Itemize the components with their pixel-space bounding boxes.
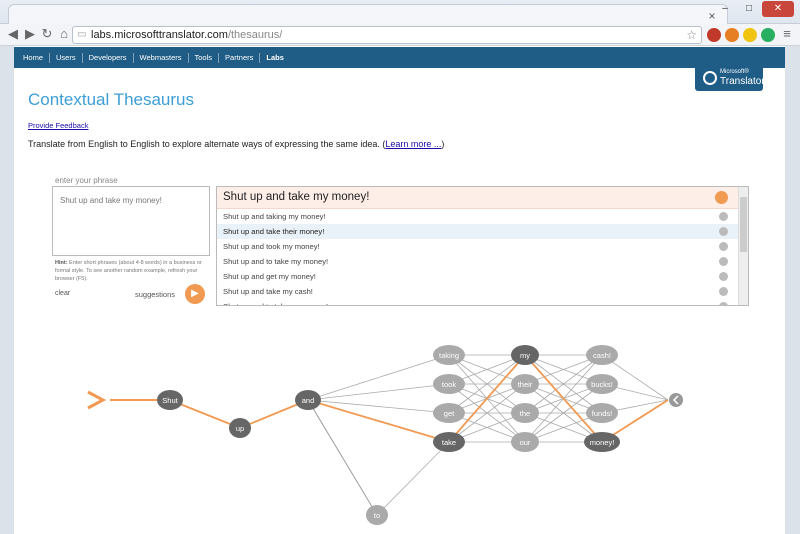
graph-node-label: to [374, 511, 380, 520]
graph-node[interactable]: bucks! [586, 374, 618, 394]
graph-node-label: taking [439, 351, 459, 360]
graph-node-label: bucks! [591, 380, 613, 389]
graph-node[interactable]: their [511, 374, 539, 394]
word-graph: Shut up and taking took get take to my their the ou… [87, 345, 683, 525]
graph-edge [307, 354, 450, 401]
graph-node[interactable]: up [229, 418, 251, 438]
graph-node[interactable]: funds! [586, 403, 618, 423]
graph-edge [376, 441, 450, 516]
graph-node[interactable]: took [433, 374, 465, 394]
graph-node-label: cash! [593, 351, 611, 360]
graph-node[interactable]: Shut [157, 390, 183, 410]
graph-node[interactable]: taking [433, 345, 465, 365]
graph-node-label: took [442, 380, 456, 389]
graph-node[interactable]: take [433, 432, 465, 452]
graph-node[interactable]: my [511, 345, 539, 365]
graph-node[interactable]: cash! [586, 345, 618, 365]
graph-node[interactable]: money! [584, 432, 620, 452]
graph-edge [307, 383, 450, 401]
graph-node-label: money! [590, 438, 615, 447]
graph-node[interactable]: the [511, 403, 539, 423]
graph-node-label: our [520, 438, 531, 447]
graph-node-label: my [520, 351, 530, 360]
graph-node[interactable]: our [511, 432, 539, 452]
graph-node-label: and [302, 396, 315, 405]
graph-node[interactable]: to [366, 505, 388, 525]
graph-node[interactable]: get [433, 403, 465, 423]
start-chevron-icon [87, 390, 107, 410]
graph-node-label: the [520, 409, 530, 418]
graph-node-label: their [518, 380, 533, 389]
end-node-icon [669, 393, 683, 407]
graph-node-label: funds! [592, 409, 612, 418]
graph-node-label: Shut [162, 396, 178, 405]
graph-node-label: up [236, 424, 244, 433]
graph-node[interactable]: and [295, 390, 321, 410]
graph-node-label: get [444, 409, 455, 418]
graph-node-label: take [442, 438, 456, 447]
